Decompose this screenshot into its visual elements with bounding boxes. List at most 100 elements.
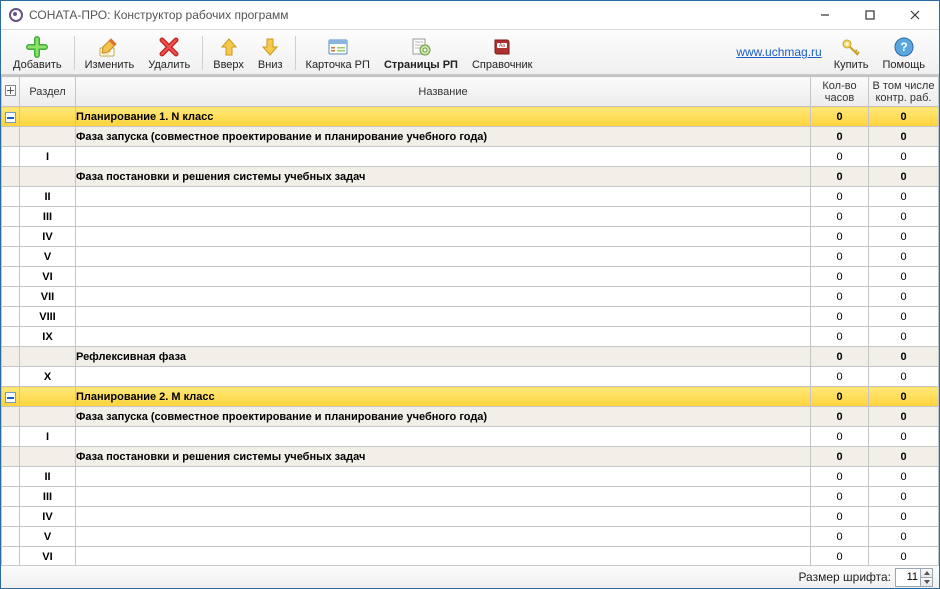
name-cell bbox=[76, 287, 811, 307]
control-header[interactable]: В том числе контр. раб. bbox=[869, 77, 939, 107]
section-cell: X bbox=[20, 367, 76, 387]
hours-cell: 0 bbox=[811, 507, 869, 527]
font-size-label: Размер шрифта: bbox=[798, 570, 891, 584]
hours-cell: 0 bbox=[811, 267, 869, 287]
status-bar: Размер шрифта: bbox=[1, 565, 939, 588]
name-cell bbox=[76, 467, 811, 487]
name-header[interactable]: Название bbox=[76, 77, 811, 107]
name-cell bbox=[76, 247, 811, 267]
table-row[interactable]: Планирование 2. M класс00 bbox=[2, 387, 939, 407]
table-row[interactable]: V00 bbox=[2, 527, 939, 547]
spinner-down[interactable] bbox=[920, 578, 932, 586]
hours-cell: 0 bbox=[811, 387, 869, 407]
table-row[interactable]: IX 00 bbox=[2, 327, 939, 347]
arrow-up-icon bbox=[219, 36, 239, 58]
collapse-icon[interactable] bbox=[5, 392, 16, 403]
table-row[interactable]: I00 bbox=[2, 427, 939, 447]
help-label: Помощь bbox=[883, 59, 926, 71]
table-row[interactable]: Фаза постановки и решения системы учебны… bbox=[2, 167, 939, 187]
hours-cell: 0 bbox=[811, 327, 869, 347]
table-row[interactable]: Планирование 1. N класс00 bbox=[2, 107, 939, 127]
table-row[interactable]: V00 bbox=[2, 247, 939, 267]
table-row[interactable]: IV00 bbox=[2, 227, 939, 247]
section-cell: IX bbox=[20, 327, 76, 347]
titlebar: СОНАТА-ПРО: Конструктор рабочих программ bbox=[1, 1, 939, 30]
move-up-button[interactable]: Вверх bbox=[207, 34, 250, 74]
table-row[interactable]: Фаза запуска (совместное проектирование … bbox=[2, 407, 939, 427]
section-cell bbox=[20, 127, 76, 147]
hours-cell: 0 bbox=[811, 207, 869, 227]
control-cell: 0 bbox=[869, 187, 939, 207]
table-row[interactable]: II00 bbox=[2, 467, 939, 487]
control-cell: 0 bbox=[869, 267, 939, 287]
table-row[interactable]: Рефлексивная фаза00 bbox=[2, 347, 939, 367]
move-down-button[interactable]: Вниз bbox=[252, 34, 289, 74]
hours-cell: 0 bbox=[811, 127, 869, 147]
add-button[interactable]: Добавить bbox=[7, 34, 68, 74]
table-row[interactable]: VIII00 bbox=[2, 307, 939, 327]
control-cell: 0 bbox=[869, 447, 939, 467]
edit-button[interactable]: Изменить bbox=[79, 34, 141, 74]
section-cell: VI bbox=[20, 547, 76, 566]
delete-button[interactable]: Удалить bbox=[142, 34, 196, 74]
section-cell: II bbox=[20, 187, 76, 207]
name-cell: Планирование 2. M класс bbox=[76, 387, 811, 407]
expander-cell bbox=[2, 547, 20, 566]
section-header[interactable]: Раздел bbox=[20, 77, 76, 107]
app-window: СОНАТА-ПРО: Конструктор рабочих программ… bbox=[0, 0, 940, 589]
hours-cell: 0 bbox=[811, 287, 869, 307]
table-row[interactable]: I00 bbox=[2, 147, 939, 167]
name-cell: Фаза постановки и решения системы учебны… bbox=[76, 447, 811, 467]
table-row[interactable]: X00 bbox=[2, 367, 939, 387]
hours-cell: 0 bbox=[811, 187, 869, 207]
hours-cell: 0 bbox=[811, 427, 869, 447]
hours-cell: 0 bbox=[811, 167, 869, 187]
maximize-button[interactable] bbox=[847, 1, 892, 29]
reference-button[interactable]: Aa Справочник bbox=[466, 34, 539, 74]
buy-button[interactable]: Купить bbox=[828, 34, 875, 74]
card-button[interactable]: Карточка РП bbox=[300, 34, 376, 74]
up-label: Вверх bbox=[213, 59, 244, 71]
control-cell: 0 bbox=[869, 387, 939, 407]
control-cell: 0 bbox=[869, 307, 939, 327]
section-cell: IV bbox=[20, 507, 76, 527]
table-row[interactable]: IV 00 bbox=[2, 507, 939, 527]
expander-cell[interactable] bbox=[2, 387, 20, 407]
table-row[interactable]: II 00 bbox=[2, 187, 939, 207]
minimize-button[interactable] bbox=[802, 1, 847, 29]
collapse-icon[interactable] bbox=[5, 112, 16, 123]
help-button[interactable]: ? Помощь bbox=[877, 34, 932, 74]
name-cell bbox=[76, 367, 811, 387]
control-cell: 0 bbox=[869, 527, 939, 547]
table-row[interactable]: Фаза запуска (совместное проектирование … bbox=[2, 127, 939, 147]
expand-all-header[interactable] bbox=[2, 77, 20, 107]
font-size-spinner[interactable] bbox=[895, 568, 933, 587]
buy-label: Купить bbox=[834, 59, 869, 71]
gear-page-icon bbox=[410, 36, 432, 58]
spinner-up[interactable] bbox=[920, 569, 932, 578]
font-size-input[interactable] bbox=[896, 570, 920, 585]
table-row[interactable]: VII00 bbox=[2, 287, 939, 307]
table-row[interactable]: III00 bbox=[2, 487, 939, 507]
name-cell bbox=[76, 547, 811, 566]
table-row[interactable]: VI00 bbox=[2, 547, 939, 566]
expander-cell bbox=[2, 527, 20, 547]
grid-scroll[interactable]: Раздел Название Кол-во часов В том числе… bbox=[1, 75, 939, 565]
section-cell bbox=[20, 407, 76, 427]
control-cell: 0 bbox=[869, 327, 939, 347]
expander-cell bbox=[2, 487, 20, 507]
expander-cell bbox=[2, 447, 20, 467]
table-row[interactable]: III00 bbox=[2, 207, 939, 227]
section-cell: V bbox=[20, 527, 76, 547]
hours-header[interactable]: Кол-во часов bbox=[811, 77, 869, 107]
close-button[interactable] bbox=[892, 1, 937, 29]
expander-cell[interactable] bbox=[2, 107, 20, 127]
table-row[interactable]: VI00 bbox=[2, 267, 939, 287]
table-row[interactable]: Фаза постановки и решения системы учебны… bbox=[2, 447, 939, 467]
section-cell: VIII bbox=[20, 307, 76, 327]
site-link[interactable]: www.uchmag.ru bbox=[736, 45, 821, 59]
expander-cell bbox=[2, 427, 20, 447]
plan-table: Раздел Название Кол-во часов В том числе… bbox=[1, 76, 939, 565]
control-cell: 0 bbox=[869, 507, 939, 527]
pages-button[interactable]: Страницы РП bbox=[378, 34, 464, 74]
